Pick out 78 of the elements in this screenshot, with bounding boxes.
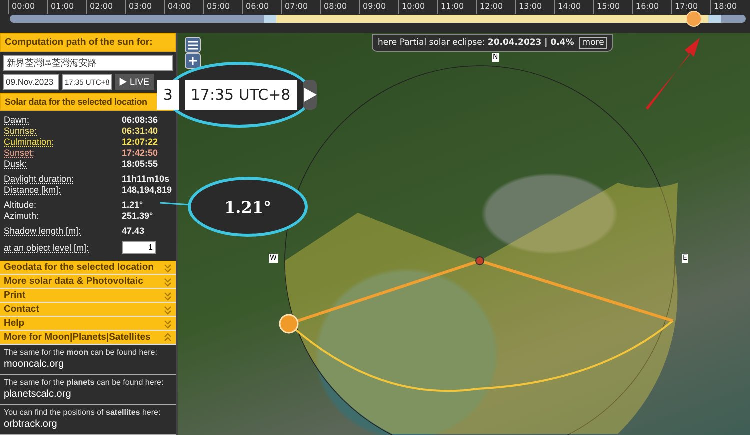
eclipse-text: here Partial solar eclipse: 20.04.2023 | 0.4% bbox=[378, 38, 574, 48]
hour-label: 01:00 bbox=[47, 0, 86, 14]
zoom-in-button[interactable] bbox=[185, 53, 201, 69]
data-label: Dusk: bbox=[4, 158, 28, 168]
location-marker[interactable] bbox=[476, 256, 484, 266]
accordion-header[interactable]: Print bbox=[0, 289, 176, 303]
hour-label: 08:00 bbox=[320, 0, 359, 14]
info-text: The same for the planets can be found here: bbox=[4, 378, 165, 388]
data-value: 12:07:22 bbox=[122, 136, 158, 146]
double-chevron-down-icon bbox=[164, 304, 172, 314]
more-button[interactable]: more bbox=[579, 37, 608, 49]
hour-label: 06:00 bbox=[242, 0, 281, 14]
hour-label: 12:00 bbox=[476, 0, 515, 14]
data-label: Sunrise: bbox=[4, 126, 38, 136]
data-value: 06:08:36 bbox=[122, 114, 158, 124]
accordion-header[interactable]: Help bbox=[0, 317, 176, 331]
info-text: The same for the moon can be found here: bbox=[4, 348, 158, 358]
hour-label: 09:00 bbox=[359, 0, 398, 14]
accordion-header[interactable]: More for Moon|Planets|Satellites bbox=[0, 331, 176, 345]
double-chevron-down-icon bbox=[164, 276, 172, 286]
data-label: Culmination: bbox=[4, 136, 54, 146]
accordion-header[interactable]: Geodata for the selected location bbox=[0, 261, 176, 275]
hour-label: 00:00 bbox=[8, 0, 47, 14]
date-field[interactable]: 09.Nov.2023 bbox=[3, 74, 59, 90]
hour-label: 10:00 bbox=[398, 0, 437, 14]
hour-label: 14:00 bbox=[554, 0, 593, 14]
data-value: 06:31:40 bbox=[122, 126, 158, 136]
menu-icon bbox=[188, 40, 198, 50]
data-label: Altitude: bbox=[4, 200, 37, 210]
data-label: Sunset: bbox=[4, 148, 35, 158]
object-level-field[interactable]: 1 bbox=[122, 241, 156, 254]
section-header: Computation path of the sun for: bbox=[0, 33, 176, 52]
site-link[interactable]: orbtrack.org bbox=[4, 419, 172, 431]
live-button[interactable]: LIVE bbox=[115, 74, 154, 90]
data-value: 251.39° bbox=[122, 210, 154, 220]
hour-label: 11:00 bbox=[437, 0, 476, 14]
plus-icon bbox=[189, 57, 197, 65]
data-value: 17:42:50 bbox=[122, 148, 158, 158]
menu-button[interactable] bbox=[185, 37, 201, 53]
accordion-header[interactable]: Contact bbox=[0, 303, 176, 317]
hour-label: 07:00 bbox=[281, 0, 320, 14]
site-link[interactable]: planetscalc.org bbox=[4, 389, 172, 401]
double-chevron-down-icon bbox=[164, 318, 172, 328]
hour-label: 13:00 bbox=[515, 0, 554, 14]
data-value: 148,194,819 bbox=[122, 184, 172, 194]
data-label: Azimuth: bbox=[4, 210, 40, 220]
double-chevron-down-icon bbox=[164, 290, 172, 300]
data-value: 47.43 bbox=[122, 226, 145, 236]
hour-label: 03:00 bbox=[125, 0, 164, 14]
data-label: at an object level [m]: bbox=[4, 242, 90, 252]
data-label: Distance [km]: bbox=[4, 184, 62, 194]
play-icon bbox=[302, 88, 317, 102]
data-label: Daylight duration: bbox=[4, 174, 74, 184]
data-value: 18:05:55 bbox=[122, 158, 158, 168]
address-field[interactable]: 新界荃灣區荃灣海安路 bbox=[3, 55, 173, 71]
hour-label: 05:00 bbox=[203, 0, 242, 14]
site-link[interactable]: mooncalc.org bbox=[4, 359, 172, 371]
sun-marker[interactable] bbox=[279, 314, 299, 334]
data-label: Shadow length [m]: bbox=[4, 226, 82, 236]
accordion-header[interactable]: More solar data & Photovoltaic bbox=[0, 275, 176, 289]
altitude-value: 1.21° bbox=[224, 198, 272, 216]
play-button[interactable] bbox=[302, 80, 317, 110]
hour-label: 02:00 bbox=[86, 0, 125, 14]
hour-label: 16:00 bbox=[632, 0, 671, 14]
date-fragment: 3 bbox=[157, 80, 179, 110]
time-display: 17:35 UTC+8 bbox=[184, 80, 297, 110]
data-value: 1.21° bbox=[122, 200, 144, 210]
play-icon bbox=[119, 78, 127, 86]
double-chevron-down-icon bbox=[164, 262, 172, 272]
hour-label: 04:00 bbox=[164, 0, 203, 14]
info-text: You can find the positions of satellites here: bbox=[4, 408, 162, 418]
hour-label: 15:00 bbox=[593, 0, 632, 14]
timeline-thumb[interactable] bbox=[686, 11, 702, 27]
pointer-arrow bbox=[646, 38, 700, 110]
data-label: Dawn: bbox=[4, 114, 30, 124]
hour-label: 18:00 bbox=[710, 0, 749, 14]
data-value: 11h11m10s bbox=[122, 174, 170, 184]
double-chevron-up-icon bbox=[164, 332, 172, 342]
